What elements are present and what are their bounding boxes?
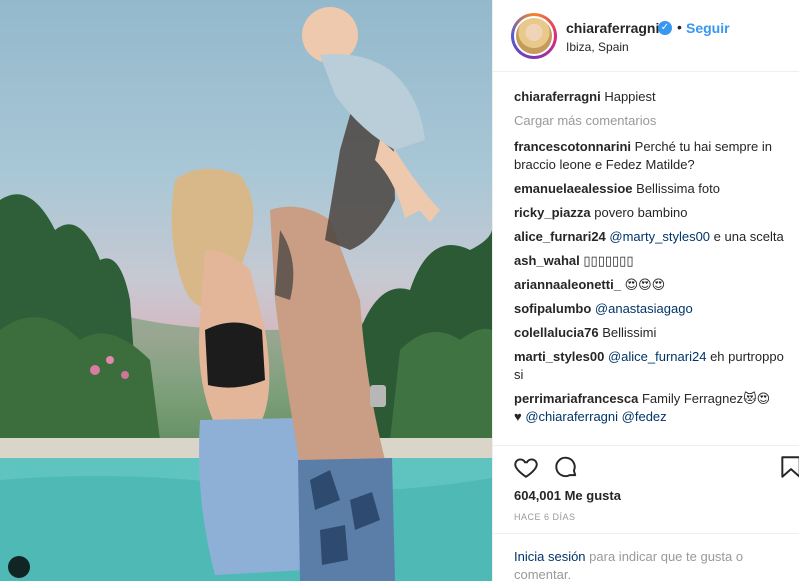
comment-text: ▯▯▯▯▯▯▯ xyxy=(583,253,634,268)
comment: ariannaaleonetti_ 😍😍😍 xyxy=(514,276,796,294)
comment-text: Bellissimi xyxy=(602,325,657,340)
location-link[interactable]: Ibiza, Spain xyxy=(566,40,629,54)
comment: sofipalumbo @anastasiagago xyxy=(514,300,796,318)
comment-user[interactable]: colellalucia76 xyxy=(514,325,599,340)
story-ring[interactable] xyxy=(511,13,557,59)
post-photo-illustration xyxy=(0,7,492,581)
comment: colellalucia76 Bellissimi xyxy=(514,324,796,342)
separator-dot: • xyxy=(677,19,682,35)
comment-user[interactable]: marti_styles00 xyxy=(514,349,604,364)
load-more-comments-button[interactable]: Cargar más comentarios xyxy=(514,112,796,130)
comment: ricky_piazza povero bambino xyxy=(514,204,796,222)
user-tag-icon[interactable] xyxy=(8,556,30,578)
comment: ash_wahal ▯▯▯▯▯▯▯ xyxy=(514,252,796,270)
comment-mention[interactable]: @fedez xyxy=(622,409,667,424)
caption-text: Happiest xyxy=(604,89,656,104)
heart-icon[interactable] xyxy=(513,454,539,480)
comment-user[interactable]: perrimariafrancesca xyxy=(514,391,638,406)
comment-mention[interactable]: @chiaraferragni xyxy=(525,409,618,424)
comment-user[interactable]: ash_wahal xyxy=(514,253,580,268)
comment-user[interactable]: emanuelaealessioe xyxy=(514,181,633,196)
comment-mention[interactable]: @marty_styles00 xyxy=(609,229,710,244)
follow-button[interactable]: Seguir xyxy=(686,20,730,36)
post-header: chiaraferragni ✓ • Seguir Ibiza, Spain xyxy=(493,0,799,72)
post-photo[interactable] xyxy=(0,0,492,581)
likes-count[interactable]: 604,001 Me gusta xyxy=(514,488,621,503)
timestamp[interactable]: HACE 6 DÍAS xyxy=(514,512,576,522)
comment-user[interactable]: francescotonnarini xyxy=(514,139,631,154)
login-prompt: Inicia sesión para indicar que te gusta … xyxy=(493,533,799,581)
comment: alice_furnari24 @marty_styles00 e una sc… xyxy=(514,228,796,246)
caption: chiaraferragni Happiest xyxy=(514,88,796,106)
comment-text: Bellissima foto xyxy=(636,181,720,196)
comment: marti_styles00 @alice_furnari24 eh purtr… xyxy=(514,348,796,384)
comment-icon[interactable] xyxy=(553,454,579,480)
comment-user[interactable]: ariannaaleonetti_ xyxy=(514,277,621,292)
comment: emanuelaealessioe Bellissima foto xyxy=(514,180,796,198)
comment: francescotonnarini Perché tu hai sempre … xyxy=(514,138,796,174)
avatar[interactable] xyxy=(514,16,554,56)
comments-list[interactable]: chiaraferragni Happiest Cargar más comen… xyxy=(514,88,796,440)
caption-user[interactable]: chiaraferragni xyxy=(514,89,601,104)
comment-user[interactable]: alice_furnari24 xyxy=(514,229,606,244)
comment-text: e una scelta xyxy=(713,229,784,244)
heart-glyph: ♥ xyxy=(514,409,522,424)
comment-user[interactable]: ricky_piazza xyxy=(514,205,591,220)
login-text: Inicia sesión para indicar que te gusta … xyxy=(514,548,784,581)
bookmark-icon[interactable] xyxy=(778,454,799,480)
comment-mention[interactable]: @alice_furnari24 xyxy=(608,349,706,364)
comment-user[interactable]: sofipalumbo xyxy=(514,301,591,316)
comment-text: 😍😍😍 xyxy=(624,277,666,292)
comment-text: povero bambino xyxy=(594,205,688,220)
comment-text: Family Ferragnez😻😍 xyxy=(641,391,771,406)
comment-mention[interactable]: @anastasiagago xyxy=(595,301,693,316)
verified-icon: ✓ xyxy=(658,21,672,35)
action-bar xyxy=(493,445,799,485)
comment: perrimariafrancesca Family Ferragnez😻😍 ♥… xyxy=(514,390,796,426)
post-side-panel: chiaraferragni ✓ • Seguir Ibiza, Spain c… xyxy=(492,0,799,581)
username-link[interactable]: chiaraferragni xyxy=(566,20,659,36)
login-link[interactable]: Inicia sesión xyxy=(514,549,586,564)
